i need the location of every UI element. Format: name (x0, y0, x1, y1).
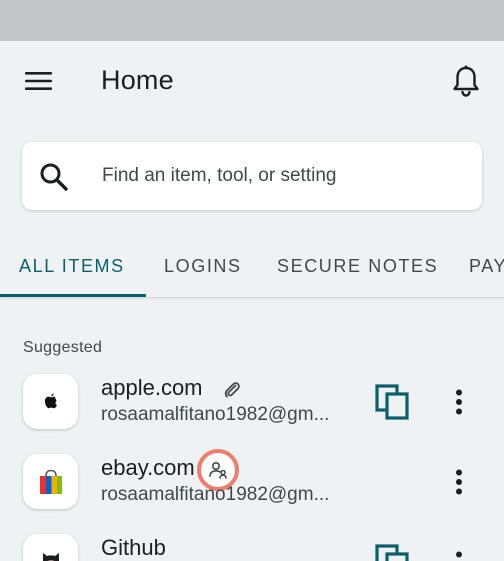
apple-logo-icon (34, 385, 67, 418)
hamburger-menu-icon[interactable] (19, 63, 59, 99)
tab-bar: ALL ITEMS LOGINS SECURE NOTES PAY (0, 234, 504, 298)
avatar (23, 454, 78, 509)
bell-icon[interactable] (446, 61, 486, 101)
status-bar (0, 0, 504, 41)
search-icon (40, 163, 68, 191)
search-bar[interactable] (22, 142, 482, 210)
ebay-bag-logo-icon (39, 469, 62, 494)
item-subtitle: rosaamalfitano1982@gm... (101, 484, 330, 505)
paperclip-icon (224, 382, 240, 398)
item-title: ebay.com (101, 455, 195, 480)
list-item-ebay[interactable]: ebay.com rosaamalfitano1982@gm... (0, 449, 504, 530)
copy-icon[interactable] (372, 382, 412, 422)
copy-icon[interactable] (372, 542, 412, 561)
avatar (23, 534, 78, 561)
item-subtitle: rosaamalfitano1982@gm... (101, 404, 330, 425)
github-octocat-logo-icon (42, 552, 59, 561)
tab-all-items[interactable]: ALL ITEMS (19, 234, 125, 297)
app-bar: Home (0, 41, 504, 123)
tab-secure-notes[interactable]: SECURE NOTES (277, 234, 438, 297)
item-title: apple.com (101, 375, 203, 400)
section-label-suggested: Suggested (23, 339, 103, 356)
more-options-icon[interactable] (446, 382, 472, 422)
list-item-apple[interactable]: apple.com rosaamalfitano1982@gm... (0, 372, 504, 450)
more-options-icon[interactable] (446, 462, 472, 502)
item-title: Github (101, 535, 166, 560)
more-options-icon[interactable] (446, 544, 472, 561)
avatar (23, 374, 78, 429)
tab-payment[interactable]: PAY (469, 234, 504, 297)
page-title: Home (101, 65, 174, 95)
search-input[interactable] (102, 142, 472, 210)
tab-logins[interactable]: LOGINS (164, 234, 242, 297)
list-item-github[interactable]: Github (0, 532, 504, 561)
active-tab-indicator (0, 294, 146, 297)
